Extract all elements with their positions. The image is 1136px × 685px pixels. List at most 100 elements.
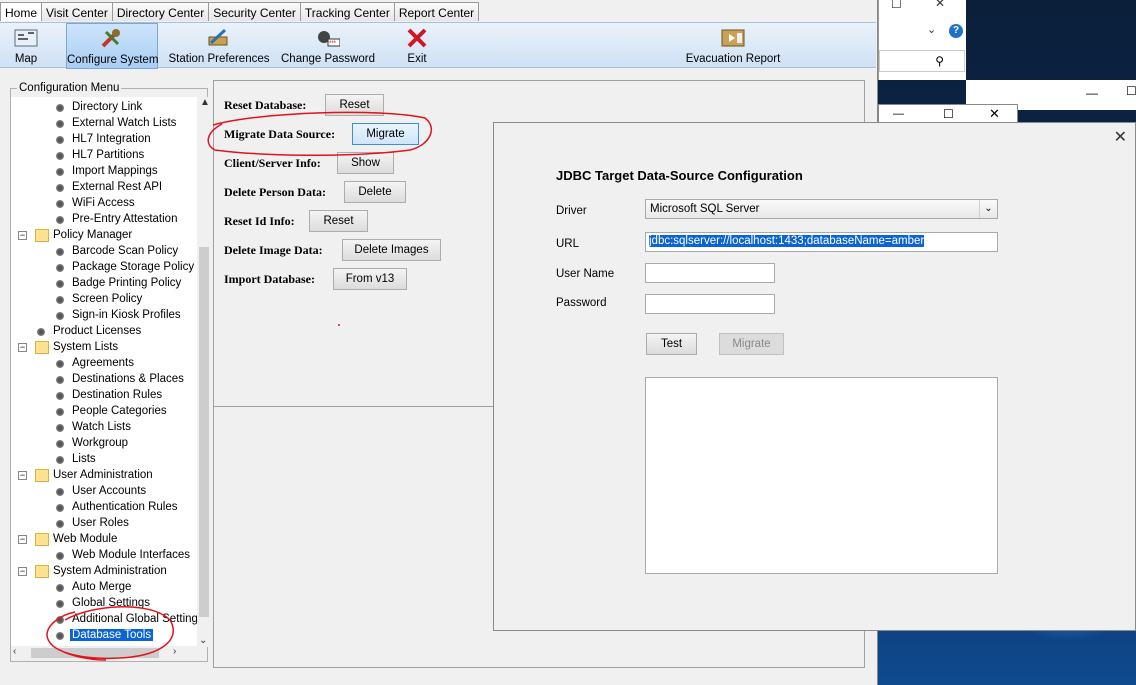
tree-item-label: Barcode Scan Policy — [72, 245, 179, 257]
collapse-icon[interactable]: − — [18, 471, 27, 480]
tree-item[interactable]: Sign-in Kiosk Profiles — [11, 308, 197, 324]
folder-icon — [35, 565, 49, 578]
configure-system-button[interactable]: Configure System — [66, 23, 158, 69]
tree-item[interactable]: Global Settings — [11, 596, 197, 612]
collapse-icon[interactable]: − — [18, 535, 27, 544]
password-input[interactable] — [645, 294, 775, 314]
tree-item[interactable]: Pre-Entry Attestation — [11, 212, 197, 228]
leaf-bullet-icon — [56, 408, 64, 416]
help-icon[interactable]: ? — [949, 24, 963, 38]
tree-item[interactable]: Product Licenses — [11, 324, 197, 340]
background-search-input[interactable]: ⚲ — [879, 50, 965, 72]
toolbar: Map Configure System Station Preferences… — [0, 22, 876, 69]
tree-item-label: Pre-Entry Attestation — [72, 213, 178, 225]
scroll-up-icon[interactable]: ▲ — [200, 97, 210, 108]
leaf-bullet-icon — [56, 424, 64, 432]
collapse-icon[interactable]: − — [18, 567, 27, 576]
tree-item[interactable]: User Roles — [11, 516, 197, 532]
map-icon — [14, 29, 38, 47]
tree-item-label: Agreements — [72, 357, 135, 369]
maximize-icon[interactable]: ☐ — [891, 0, 902, 11]
tree-item[interactable]: Web Module Interfaces — [11, 548, 197, 564]
collapse-icon[interactable]: − — [18, 343, 27, 352]
leaf-bullet-icon — [56, 296, 64, 304]
search-icon[interactable]: ⚲ — [935, 54, 944, 68]
tree-item[interactable]: − Web Module — [11, 532, 197, 548]
tab-report-center[interactable]: Report Center — [393, 2, 480, 21]
reset-database-button[interactable]: Reset — [325, 94, 384, 116]
test-button[interactable]: Test — [646, 333, 697, 355]
reset-id-button[interactable]: Reset — [309, 210, 368, 232]
minimize-icon[interactable]: — — [1086, 86, 1098, 100]
maximize-icon[interactable]: ☐ — [1126, 84, 1136, 98]
driver-select[interactable]: Microsoft SQL Server ⌄ — [645, 199, 998, 219]
chevron-down-icon[interactable]: ⌄ — [927, 23, 936, 36]
tree-item-label: Destination Rules — [72, 389, 163, 401]
close-icon[interactable]: ✕ — [1114, 127, 1127, 147]
minimize-icon[interactable]: — — [893, 108, 904, 120]
change-password-button[interactable]: *** Change Password — [280, 23, 376, 69]
tree-item[interactable]: Additional Global Settings — [11, 612, 197, 628]
tab-security-center[interactable]: Security Center — [208, 2, 301, 21]
delete-person-data-label: Delete Person Data: — [224, 185, 326, 199]
tree-item[interactable]: HL7 Integration — [11, 132, 197, 148]
tree-item[interactable]: Package Storage Policy — [11, 260, 197, 276]
tree-item[interactable]: Directory Link — [11, 100, 197, 116]
tree-item[interactable]: Screen Policy — [11, 292, 197, 308]
tree-item[interactable]: Destinations & Places — [11, 372, 197, 388]
tree-item[interactable]: − System Lists — [11, 340, 197, 356]
chevron-down-icon[interactable]: ⌄ — [979, 200, 997, 218]
delete-images-button[interactable]: Delete Images — [342, 239, 441, 261]
scrollbar-thumb[interactable] — [31, 648, 159, 658]
dialog-migrate-button[interactable]: Migrate — [719, 333, 784, 355]
tree-item[interactable]: Database Tools — [11, 628, 197, 644]
map-button[interactable]: Map — [2, 23, 50, 69]
tree-item[interactable]: Authentication Rules — [11, 500, 197, 516]
tree-item[interactable]: External Rest API — [11, 180, 197, 196]
chevron-right-icon[interactable]: › — [173, 646, 176, 657]
tree-item[interactable]: Badge Printing Policy — [11, 276, 197, 292]
tree-item[interactable]: User Accounts — [11, 484, 197, 500]
chevron-left-icon[interactable]: ‹ — [13, 646, 16, 657]
tree-item[interactable]: Destination Rules — [11, 388, 197, 404]
from-v13-button[interactable]: From v13 — [333, 268, 407, 290]
show-button[interactable]: Show — [337, 152, 394, 174]
tab-home[interactable]: Home — [0, 2, 43, 21]
tree-item[interactable]: Import Mappings — [11, 164, 197, 180]
tab-directory-center[interactable]: Directory Center — [111, 2, 210, 21]
migration-log-area[interactable] — [645, 377, 998, 574]
tree-item[interactable]: − Policy Manager — [11, 228, 197, 244]
tree-item[interactable]: − System Administration — [11, 564, 197, 580]
exit-button[interactable]: Exit — [396, 23, 438, 69]
evacuation-report-button[interactable]: Evacuation Report — [684, 23, 782, 69]
chevron-down-icon[interactable]: ⌄ — [199, 635, 207, 646]
reset-database-label: Reset Database: — [224, 98, 307, 112]
url-label: URL — [556, 238, 580, 250]
user-name-input[interactable] — [645, 263, 775, 283]
close-icon[interactable]: ✕ — [935, 0, 945, 10]
tree-item[interactable]: External Watch Lists — [11, 116, 197, 132]
tree-item[interactable]: Auto Merge — [11, 580, 197, 596]
tree-item[interactable]: − User Administration — [11, 468, 197, 484]
tab-tracking-center[interactable]: Tracking Center — [299, 2, 395, 21]
configuration-tree[interactable]: Directory Link External Watch Lists HL7 In… — [11, 97, 197, 647]
tab-visit-center[interactable]: Visit Center — [41, 2, 113, 21]
tree-item[interactable]: WiFi Access — [11, 196, 197, 212]
tree-item[interactable]: People Categories — [11, 404, 197, 420]
tree-item[interactable]: Watch Lists — [11, 420, 197, 436]
horizontal-scrollbar[interactable]: ‹ › — [11, 646, 197, 660]
station-preferences-button[interactable]: Station Preferences — [168, 23, 270, 69]
tree-item[interactable]: Agreements — [11, 356, 197, 372]
migrate-button[interactable]: Migrate — [352, 123, 419, 145]
tree-item[interactable]: HL7 Partitions — [11, 148, 197, 164]
collapse-icon[interactable]: − — [18, 231, 27, 240]
delete-button[interactable]: Delete — [344, 181, 406, 203]
scrollbar-thumb[interactable] — [199, 247, 209, 617]
vertical-scrollbar[interactable]: ▲ ⌄ — [198, 97, 210, 647]
url-input[interactable]: jdbc:sqlserver://localhost:1433;database… — [645, 232, 998, 252]
maximize-icon[interactable]: ☐ — [943, 107, 954, 121]
tree-item[interactable]: Lists — [11, 452, 197, 468]
close-icon[interactable]: ✕ — [989, 106, 1000, 122]
tree-item[interactable]: Barcode Scan Policy — [11, 244, 197, 260]
tree-item[interactable]: Workgroup — [11, 436, 197, 452]
